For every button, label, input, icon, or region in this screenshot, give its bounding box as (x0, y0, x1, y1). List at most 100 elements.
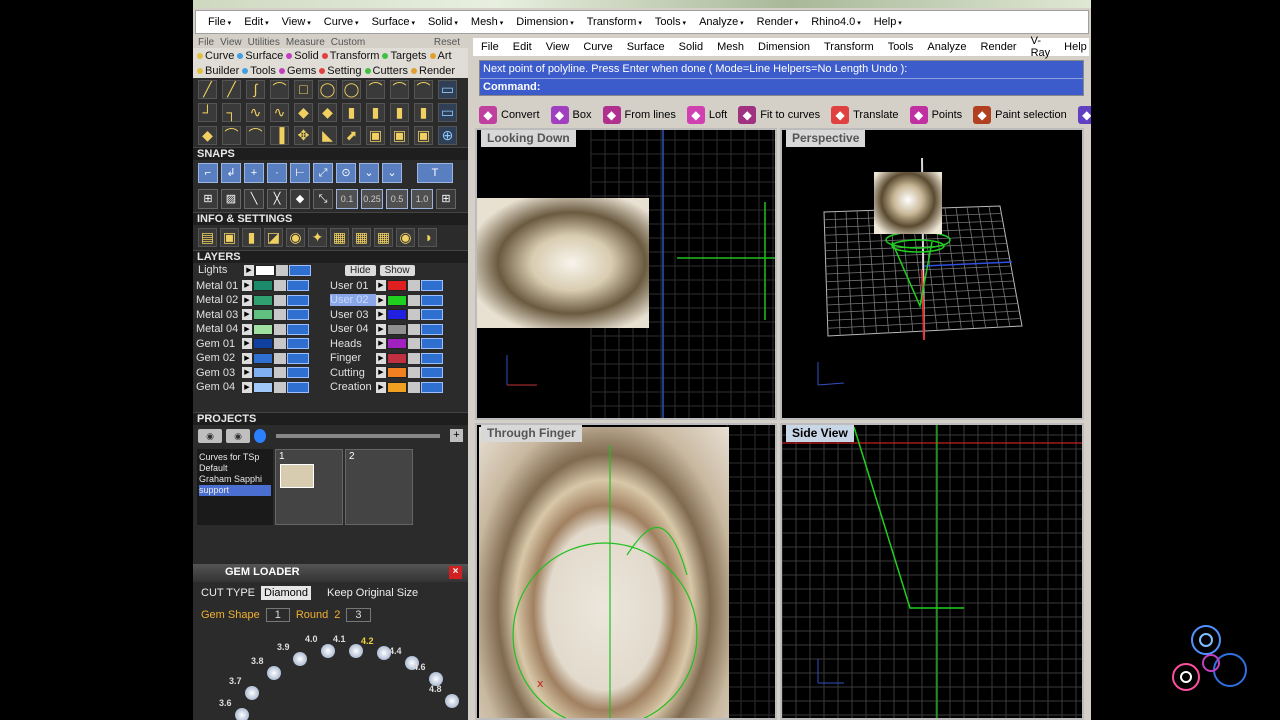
layer-name[interactable]: Gem 03 (196, 367, 242, 379)
refresh-icon[interactable] (254, 428, 266, 443)
category-tag-gems[interactable]: Gems (278, 65, 316, 77)
layer-expand-arrow[interactable]: ▶ (376, 381, 386, 393)
tool-button[interactable]: ◆ (294, 103, 313, 122)
tool-box[interactable]: ◆ Box (550, 106, 592, 124)
layer-color-swatch[interactable] (387, 280, 407, 292)
camera-icon[interactable]: ◉ (198, 428, 222, 443)
layer-color-swatch[interactable] (253, 367, 273, 379)
layer-name[interactable]: User 03 (330, 309, 376, 321)
layer-color-swatch[interactable] (253, 323, 273, 335)
tool-button[interactable]: ⌒ (270, 80, 289, 99)
reset-button[interactable]: Reset (434, 37, 460, 48)
project-thumbnail[interactable] (280, 463, 314, 488)
lock-icon[interactable] (408, 367, 420, 379)
layer-visibility-toggle[interactable] (287, 309, 309, 321)
tool-button[interactable]: ✥ (294, 126, 313, 145)
snap-tool[interactable]: ▨ (221, 189, 241, 209)
lock-icon[interactable] (274, 367, 286, 379)
snap-grid-value[interactable]: 0.5 (386, 189, 408, 209)
snap-toggle[interactable]: · (267, 163, 287, 183)
info-setting-button[interactable]: ▦ (352, 228, 371, 247)
layer-expand-arrow[interactable]: ▶ (242, 338, 252, 350)
viewport-title[interactable]: Side View (786, 425, 854, 442)
tool-fit-to-curves[interactable]: ◆ Fit to curves (738, 106, 820, 124)
lock-icon[interactable] (274, 381, 286, 393)
close-icon[interactable]: × (449, 566, 462, 579)
snap-grid-value[interactable]: 0.25 (361, 189, 383, 209)
viewport-bottom-left[interactable]: Through Finger x (475, 423, 777, 720)
plugin-menu-file[interactable]: File (198, 37, 214, 48)
layer-row[interactable]: Cutting ▶ (330, 366, 456, 381)
layer-row[interactable]: Gem 02 ▶ (196, 351, 322, 366)
menu-surface[interactable]: Surface (372, 16, 415, 28)
layer-name[interactable]: Metal 03 (196, 309, 242, 321)
layer-visibility-toggle[interactable] (287, 352, 309, 364)
gem-size-option[interactable]: 4.4 (389, 646, 402, 656)
lock-icon[interactable] (274, 280, 286, 292)
layer-expand-arrow[interactable]: ▶ (376, 309, 386, 321)
rhino-menu-dimension[interactable]: Dimension (758, 41, 810, 53)
layer-expand-arrow[interactable]: ▶ (376, 352, 386, 364)
info-setting-button[interactable]: ▣ (220, 228, 239, 247)
gem-size-option[interactable]: 4.6 (413, 662, 426, 672)
plugin-menu-view[interactable]: View (220, 37, 242, 48)
category-tag-art[interactable]: Art (429, 50, 452, 62)
layer-name[interactable]: Metal 02 (196, 294, 242, 306)
lock-icon[interactable] (274, 352, 286, 364)
layer-row[interactable]: Creation ▶ (330, 380, 456, 395)
layer-color-swatch[interactable] (387, 338, 407, 350)
layer-color-swatch[interactable] (253, 309, 273, 321)
layer-expand-arrow[interactable]: ▶ (242, 352, 252, 364)
tool-button[interactable]: ⊕ (438, 126, 457, 145)
layer-visibility-toggle[interactable] (421, 323, 443, 335)
category-tag-transform[interactable]: Transform (321, 50, 379, 62)
layer-visibility-toggle[interactable] (287, 338, 309, 350)
hide-button[interactable]: Hide (345, 264, 376, 276)
layer-expand-arrow[interactable]: ▶ (376, 280, 386, 292)
gem-size-option[interactable]: 3.9 (277, 642, 290, 652)
info-setting-button[interactable]: ▤ (198, 228, 217, 247)
gem-size-option[interactable]: 3.8 (251, 656, 264, 666)
tool-button[interactable]: ◆ (198, 126, 217, 145)
menu-mesh[interactable]: Mesh (471, 16, 503, 28)
snap-tool[interactable]: ⤡ (313, 189, 333, 209)
layer-name[interactable]: Gem 01 (196, 338, 242, 350)
category-tag-solid[interactable]: Solid (286, 50, 319, 62)
rhino-menu-curve[interactable]: Curve (583, 41, 612, 53)
layer-color-swatch[interactable] (255, 264, 275, 276)
tool-button[interactable]: ▣ (414, 126, 433, 145)
plugin-menu-custom[interactable]: Custom (331, 37, 365, 48)
layer-expand-arrow[interactable]: ▶ (242, 309, 252, 321)
rhino-menu-vray[interactable]: V-Ray (1031, 35, 1051, 59)
layer-name[interactable]: User 01 (330, 280, 376, 292)
tool-button[interactable]: ⌒ (390, 80, 409, 99)
lock-icon[interactable] (274, 323, 286, 335)
menu-curve[interactable]: Curve (324, 16, 359, 28)
layer-expand-arrow[interactable]: ▶ (242, 323, 252, 335)
rhino-menu-transform[interactable]: Transform (824, 41, 874, 53)
layer-expand-arrow[interactable]: ▶ (242, 280, 252, 292)
layer-color-swatch[interactable] (387, 294, 407, 306)
layer-expand-arrow[interactable]: ▶ (242, 367, 252, 379)
layer-name[interactable]: Metal 01 (196, 280, 242, 292)
gem-size-option[interactable]: 4.1 (333, 634, 346, 644)
layer-name[interactable]: Gem 04 (196, 381, 242, 393)
snap-tool[interactable]: ◆ (290, 189, 310, 209)
layer-name[interactable]: Metal 04 (196, 323, 242, 335)
tool-convert[interactable]: ◆ Convert (479, 106, 540, 124)
layer-expand-arrow[interactable]: ▶ (376, 338, 386, 350)
layer-color-swatch[interactable] (253, 338, 273, 350)
project-slot-2[interactable]: 2 (345, 448, 413, 525)
project-list-item[interactable]: Graham Sapphi (199, 474, 271, 485)
lock-icon[interactable] (274, 309, 286, 321)
tool-button[interactable]: ▮ (342, 103, 361, 122)
info-setting-button[interactable]: ✦ (308, 228, 327, 247)
gem-icon[interactable] (321, 644, 335, 658)
tool-button[interactable]: ╱ (222, 80, 241, 99)
lock-icon[interactable] (408, 352, 420, 364)
menu-analyze[interactable]: Analyze (699, 16, 744, 28)
tool-button[interactable]: ⌒ (366, 80, 385, 99)
layer-visibility-toggle[interactable] (287, 367, 309, 379)
layer-visibility-toggle[interactable] (421, 294, 443, 306)
info-setting-button[interactable]: ▦ (330, 228, 349, 247)
